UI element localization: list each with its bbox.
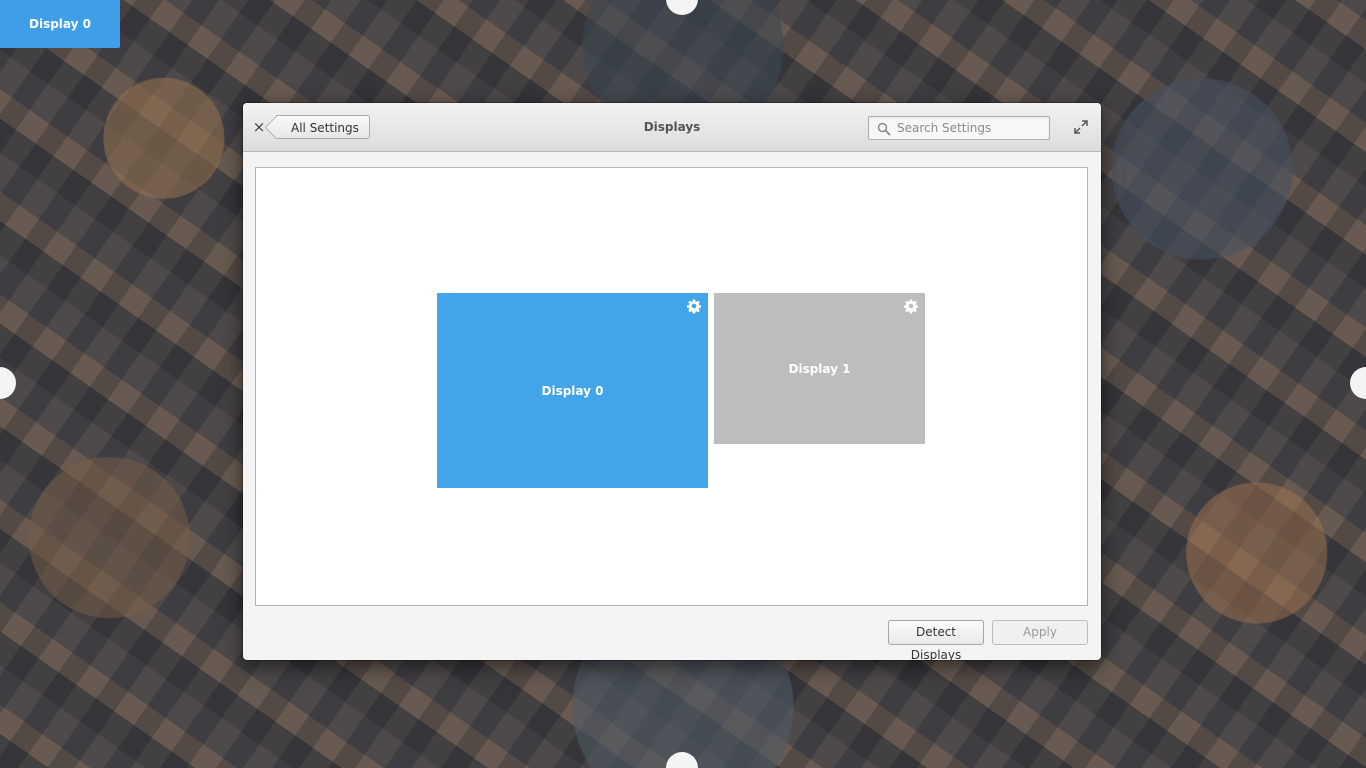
display-identify-badge: Display 0	[0, 0, 120, 48]
hot-corner-bottom[interactable]	[666, 752, 698, 768]
display-0-label: Display 0	[541, 383, 604, 398]
display-arrangement-canvas: Display 0 Display 1	[255, 167, 1088, 606]
all-settings-back-button[interactable]: All Settings	[276, 115, 370, 139]
display-1-label: Display 1	[788, 361, 851, 376]
close-icon: ×	[252, 118, 266, 136]
display-1-tile[interactable]: Display 1	[714, 293, 925, 444]
maximize-icon[interactable]	[1073, 119, 1089, 135]
apply-button[interactable]: Apply	[992, 620, 1088, 645]
header-bar: × All Settings Displays	[243, 103, 1101, 152]
back-button-label: All Settings	[291, 121, 359, 135]
search-icon	[877, 122, 891, 136]
hot-corner-left[interactable]	[0, 367, 16, 399]
gear-icon[interactable]	[903, 298, 919, 314]
hot-corner-top[interactable]	[666, 0, 698, 15]
settings-window: × All Settings Displays Display 0	[243, 103, 1101, 660]
display-0-tile[interactable]: Display 0	[437, 293, 708, 488]
search-input[interactable]	[897, 117, 1045, 139]
search-field[interactable]	[868, 116, 1050, 140]
desktop-wallpaper: Display 0 × All Settings Displays Search…	[0, 0, 1366, 768]
detect-displays-button[interactable]: Detect Displays	[888, 620, 984, 660]
hot-corner-right[interactable]	[1350, 367, 1366, 399]
gear-icon[interactable]	[686, 298, 702, 314]
